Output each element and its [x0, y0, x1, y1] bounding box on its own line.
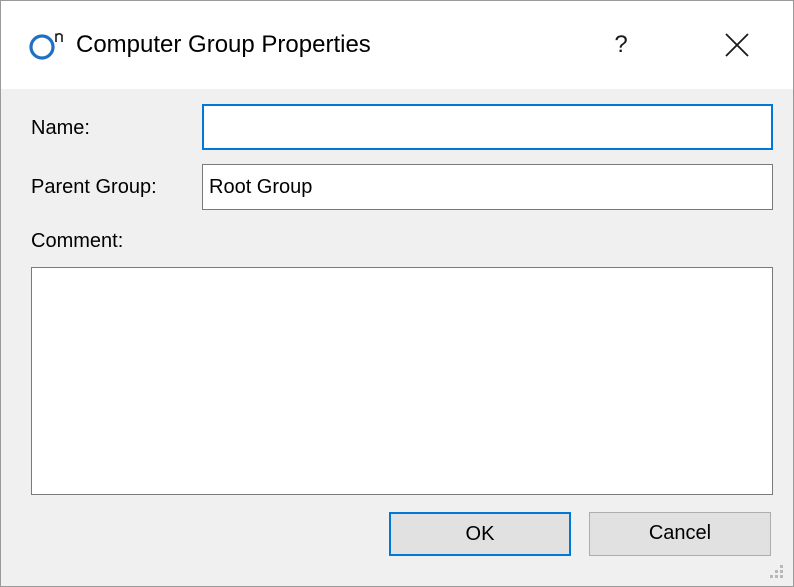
- comment-label: Comment:: [31, 230, 124, 252]
- title-bar[interactable]: Computer Group Properties ?: [1, 1, 793, 89]
- name-label: Name:: [31, 117, 90, 139]
- window-title: Computer Group Properties: [76, 31, 371, 58]
- parent-group-label: Parent Group:: [31, 176, 157, 198]
- close-button[interactable]: [697, 21, 777, 69]
- help-button[interactable]: ?: [581, 21, 661, 69]
- dialog-window: Computer Group Properties ? Name: Parent…: [0, 0, 794, 587]
- app-logo-icon: [29, 32, 63, 60]
- resize-grip-icon[interactable]: [767, 562, 785, 580]
- ok-button[interactable]: OK: [389, 512, 571, 556]
- cancel-button[interactable]: Cancel: [589, 512, 771, 556]
- parent-group-field[interactable]: [202, 164, 773, 210]
- name-input[interactable]: [202, 104, 773, 150]
- comment-textarea[interactable]: [31, 267, 773, 495]
- close-icon: [725, 33, 749, 57]
